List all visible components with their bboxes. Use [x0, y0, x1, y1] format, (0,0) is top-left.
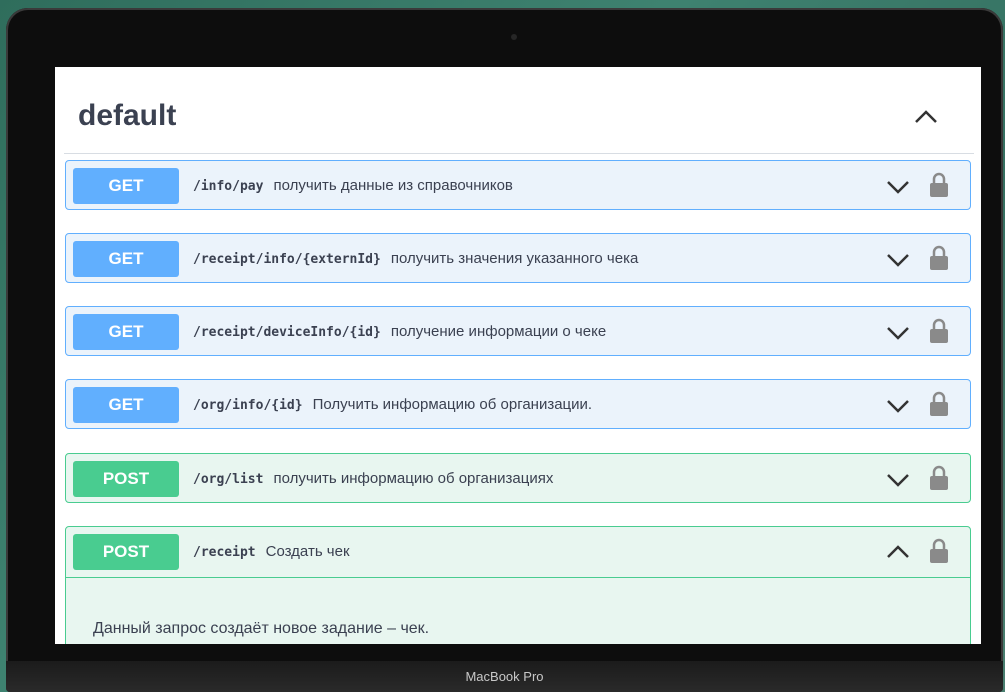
method-badge: GET — [73, 314, 179, 350]
operation-path: /org/info/{id} Получить информацию об орг… — [193, 396, 592, 413]
operation-summary: получить данные из справочников — [273, 177, 513, 194]
section-divider — [64, 153, 974, 154]
lock-icon[interactable] — [928, 390, 950, 418]
operation-path: /info/pay получить данные из справочников — [193, 177, 513, 194]
lock-icon[interactable] — [928, 537, 950, 565]
operation-summary: Создать чек — [265, 543, 350, 560]
operation-row[interactable]: GET /org/info/{id} Получить информацию об… — [65, 379, 971, 429]
path-text: /receipt/info/{externId} — [193, 252, 381, 267]
path-text: /receipt — [193, 545, 256, 560]
operation-row[interactable]: GET /receipt/info/{externId} получить зна… — [65, 233, 971, 283]
screen: default GET /info/pay получить данные из … — [55, 67, 981, 644]
operation-summary: Получить информацию об организации. — [312, 396, 593, 413]
operation-row[interactable]: GET /receipt/deviceInfo/{id} получение ин… — [65, 306, 971, 356]
chevron-down-icon[interactable] — [884, 319, 912, 345]
chevron-down-icon[interactable] — [884, 246, 912, 272]
operation-row[interactable]: POST /org/list получить информацию об орг… — [65, 453, 971, 503]
method-badge: POST — [73, 534, 179, 570]
section-header[interactable]: default — [55, 67, 981, 155]
chevron-up-icon[interactable] — [884, 539, 912, 565]
operation-path: /receipt Создать чек — [193, 543, 350, 560]
path-text: /receipt/deviceInfo/{id} — [193, 325, 381, 340]
device-brand: MacBook Pro — [465, 669, 544, 684]
laptop-frame: default GET /info/pay получить данные из … — [6, 8, 1003, 692]
operation-row[interactable]: GET /info/pay получить данные из справочн… — [65, 160, 971, 210]
operation-description: Данный запрос создаёт новое задание – че… — [93, 620, 430, 637]
method-badge: GET — [73, 241, 179, 277]
method-badge: POST — [73, 461, 179, 497]
path-text: /org/list — [193, 472, 264, 487]
operation-path: /receipt/deviceInfo/{id} получение информ… — [193, 323, 606, 340]
chevron-up-icon[interactable] — [912, 103, 940, 131]
method-badge: GET — [73, 168, 179, 204]
lock-icon[interactable] — [928, 317, 950, 345]
camera — [511, 34, 517, 40]
lock-icon[interactable] — [928, 171, 950, 199]
section-title: default — [78, 99, 177, 132]
operation-summary: получить значения указанного чека — [390, 250, 639, 267]
operation-path: /org/list получить информацию об организа… — [193, 470, 553, 487]
chevron-down-icon[interactable] — [884, 173, 912, 199]
lock-icon[interactable] — [928, 464, 950, 492]
operation-summary: получить информацию об организациях — [273, 470, 554, 487]
path-text: /org/info/{id} — [193, 398, 303, 413]
operation-expanded: POST /receipt Создать чек Данный запрос с… — [65, 526, 971, 644]
method-badge: GET — [73, 387, 179, 423]
lock-icon[interactable] — [928, 244, 950, 272]
operation-row[interactable]: POST /receipt Создать чек — [66, 527, 970, 578]
laptop-chin: MacBook Pro — [6, 661, 1003, 692]
operation-summary: получение информации о чеке — [390, 323, 607, 340]
operation-path: /receipt/info/{externId} получить значени… — [193, 250, 638, 267]
chevron-down-icon[interactable] — [884, 392, 912, 418]
path-text: /info/pay — [193, 179, 264, 194]
chevron-down-icon[interactable] — [884, 466, 912, 492]
